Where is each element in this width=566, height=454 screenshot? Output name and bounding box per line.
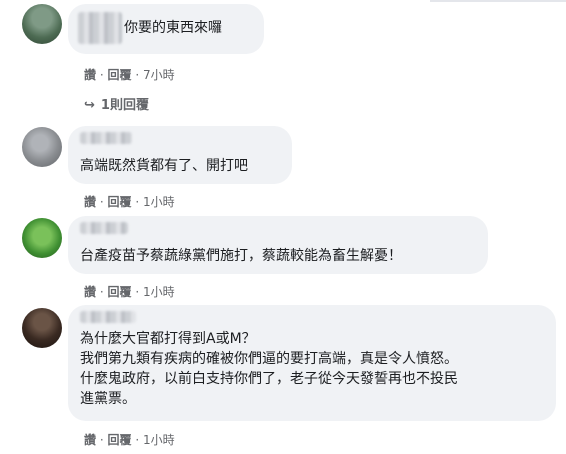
view-replies-link[interactable]: ↪ 1則回覆	[84, 94, 149, 113]
timestamp[interactable]: 7小時	[143, 68, 175, 82]
comment-bubble: 高端既然貨都有了、開打吧	[68, 126, 292, 184]
comment-bubble: 台產疫苗予蔡蔬綠黨們施打，蔡蔬較能為畜生解憂！	[68, 216, 488, 274]
like-link[interactable]: 讚	[84, 285, 96, 299]
comment-text: 我們第九類有疾病的確被你們逼的要打高端，真是令人憤怒。	[80, 351, 458, 367]
commenter-name[interactable]	[78, 12, 122, 44]
commenter-name[interactable]	[80, 132, 132, 144]
like-link[interactable]: 讚	[84, 68, 96, 82]
timestamp[interactable]: 1小時	[143, 285, 175, 299]
comment-actions: 讚 · 回覆 · 1小時	[84, 285, 175, 299]
timestamp[interactable]: 1小時	[143, 195, 175, 209]
reply-link[interactable]: 回覆	[108, 68, 132, 82]
commenter-name[interactable]	[80, 222, 128, 234]
comment-bubble: 你要的東西來囉	[68, 4, 264, 54]
comment-text: 為什麼大官都打得到A或M？	[80, 331, 256, 347]
comment-text: 進黨票。	[80, 391, 136, 407]
comment-text: 什麼鬼政府，以前白支持你們了，老子從今天發誓再也不投民	[80, 371, 458, 387]
timestamp[interactable]: 1小時	[143, 433, 175, 447]
like-link[interactable]: 讚	[84, 433, 96, 447]
commenter-name[interactable]	[80, 311, 136, 323]
avatar[interactable]	[22, 218, 62, 258]
comment-bubble: 為什麼大官都打得到A或M？ 我們第九類有疾病的確被你們逼的要打高端，真是令人憤怒…	[68, 305, 556, 421]
comment-text: 高端既然貨都有了、開打吧	[80, 158, 248, 174]
comment-actions: 讚 · 回覆 · 1小時	[84, 195, 175, 209]
comment-actions: 讚 · 回覆 · 7小時	[84, 68, 175, 82]
reply-link[interactable]: 回覆	[108, 285, 132, 299]
comment-text: 台產疫苗予蔡蔬綠黨們施打，蔡蔬較能為畜生解憂！	[80, 248, 402, 264]
comment-actions: 讚 · 回覆 · 1小時	[84, 433, 175, 447]
reply-arrow-icon: ↪	[84, 98, 95, 113]
comment-text: 你要的東西來囉	[124, 20, 222, 36]
avatar[interactable]	[22, 4, 62, 44]
reply-link[interactable]: 回覆	[108, 195, 132, 209]
like-link[interactable]: 讚	[84, 195, 96, 209]
top-divider	[430, 0, 566, 2]
avatar[interactable]	[22, 127, 62, 167]
avatar[interactable]	[22, 308, 62, 348]
reply-link[interactable]: 回覆	[108, 433, 132, 447]
